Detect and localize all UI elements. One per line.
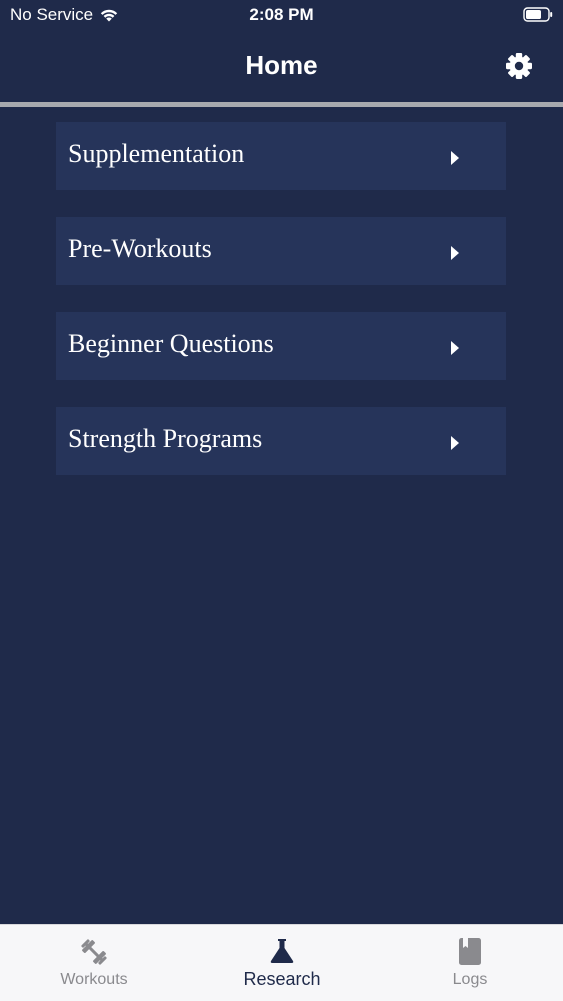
gear-icon [503, 50, 535, 82]
menu-item-label: Supplementation [68, 139, 245, 168]
tab-label: Research [243, 969, 321, 989]
status-time: 2:08 PM [249, 5, 314, 24]
tab-label: Logs [452, 971, 488, 988]
chevron-right-icon [451, 246, 459, 260]
book-icon [457, 937, 483, 967]
tab-research[interactable]: Research [188, 925, 376, 1001]
menu-item-label: Pre-Workouts [68, 234, 212, 263]
menu-item-beginner-questions[interactable]: Beginner Questions [56, 312, 506, 380]
battery-icon [523, 7, 553, 22]
menu-item-label: Beginner Questions [68, 329, 274, 358]
menu-item-strength-programs[interactable]: Strength Programs [56, 407, 506, 475]
chevron-right-icon [451, 436, 459, 450]
menu-item-pre-workouts[interactable]: Pre-Workouts [56, 217, 506, 285]
chevron-right-icon [451, 341, 459, 355]
page-title: Home [245, 50, 318, 80]
tab-label: Workouts [60, 971, 128, 988]
tab-logs[interactable]: Logs [376, 925, 563, 1001]
tab-bar: Workouts Research Logs [0, 924, 563, 1001]
navigation-bar: Home [0, 30, 563, 102]
dumbbell-icon [79, 937, 109, 967]
status-bar: No Service 2:08 PM [0, 0, 563, 30]
tab-workouts[interactable]: Workouts [0, 925, 188, 1001]
menu-item-supplementation[interactable]: Supplementation [56, 122, 506, 190]
chevron-right-icon [451, 151, 459, 165]
settings-button[interactable] [503, 50, 535, 82]
flask-icon [268, 937, 296, 965]
menu-list: Supplementation Pre-Workouts Beginner Qu… [56, 122, 506, 502]
menu-item-label: Strength Programs [68, 424, 263, 453]
header-divider [0, 102, 563, 107]
